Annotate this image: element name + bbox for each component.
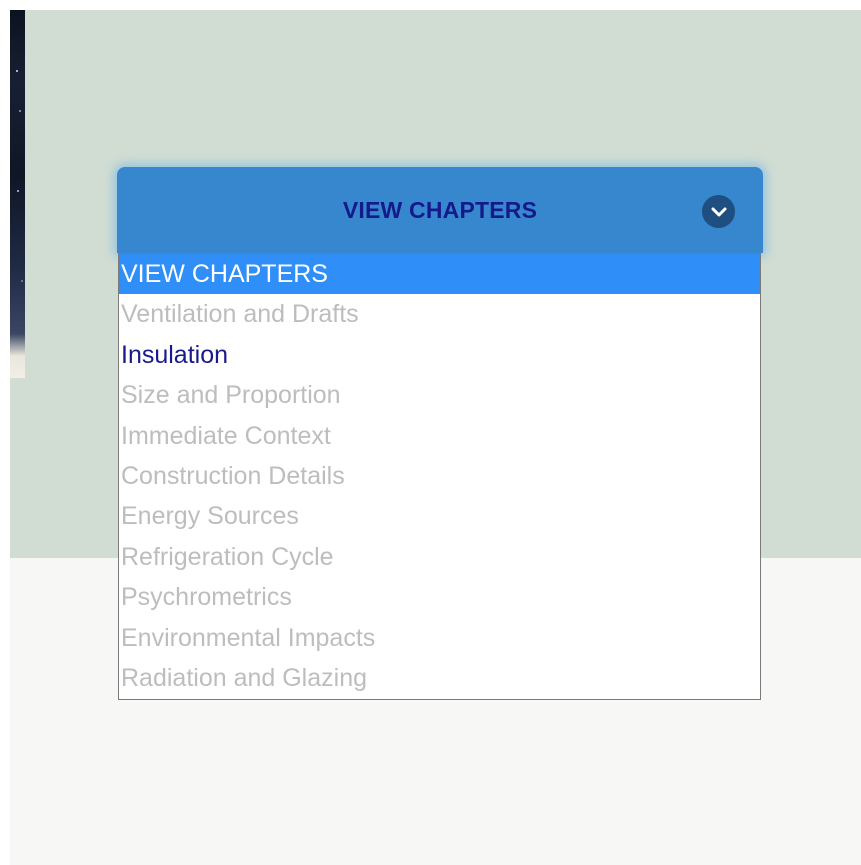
chevron-down-icon[interactable] xyxy=(702,195,735,228)
chapter-dropdown-list: VIEW CHAPTERS Ventilation and Drafts Ins… xyxy=(118,253,761,700)
option-radiation-and-glazing[interactable]: Radiation and Glazing xyxy=(119,658,760,698)
select-label: VIEW CHAPTERS xyxy=(342,197,538,223)
hero-image xyxy=(10,10,25,378)
option-refrigeration-cycle[interactable]: Refrigeration Cycle xyxy=(119,537,760,577)
option-environmental-impacts[interactable]: Environmental Impacts xyxy=(119,618,760,658)
chevron-down-glyph xyxy=(711,207,726,216)
option-energy-sources[interactable]: Energy Sources xyxy=(119,496,760,536)
option-size-and-proportion[interactable]: Size and Proportion xyxy=(119,375,760,415)
option-construction-details[interactable]: Construction Details xyxy=(119,456,760,496)
option-insulation[interactable]: Insulation xyxy=(119,335,760,375)
view-chapters-select[interactable]: VIEW CHAPTERS xyxy=(117,167,763,253)
page: VIEW CHAPTERS VIEW CHAPTERS Ventilation … xyxy=(0,0,861,865)
option-psychrometrics[interactable]: Psychrometrics xyxy=(119,577,760,617)
option-view-chapters[interactable]: VIEW CHAPTERS xyxy=(119,254,760,295)
option-immediate-context[interactable]: Immediate Context xyxy=(119,416,760,456)
option-ventilation-and-drafts[interactable]: Ventilation and Drafts xyxy=(119,294,760,334)
